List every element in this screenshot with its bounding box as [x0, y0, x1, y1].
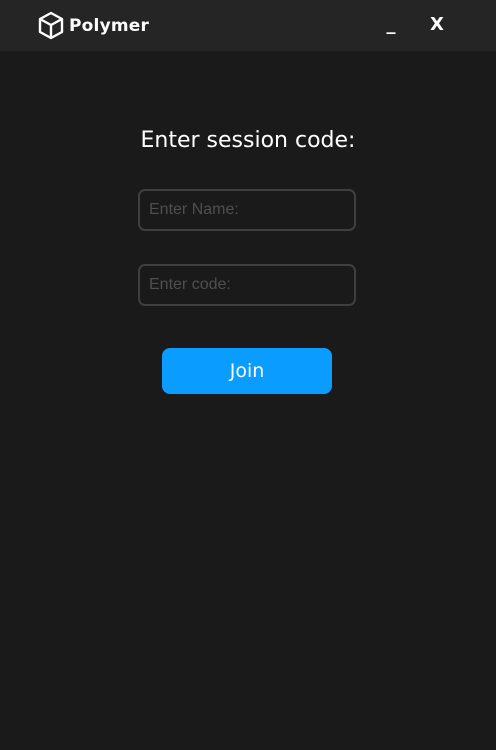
join-button[interactable]: Join: [162, 348, 332, 394]
page-title: Enter session code:: [140, 128, 356, 153]
brand: Polymer: [37, 11, 149, 40]
title-bar: Polymer _ X: [0, 0, 496, 51]
name-input[interactable]: [138, 189, 356, 231]
app-name: Polymer: [69, 15, 150, 36]
session-code-input[interactable]: [138, 264, 356, 306]
app-window: Polymer _ X Enter session code: Join: [0, 0, 496, 750]
cube-icon: [37, 11, 65, 40]
close-button[interactable]: X: [426, 12, 448, 38]
minimize-button[interactable]: _: [380, 12, 402, 38]
